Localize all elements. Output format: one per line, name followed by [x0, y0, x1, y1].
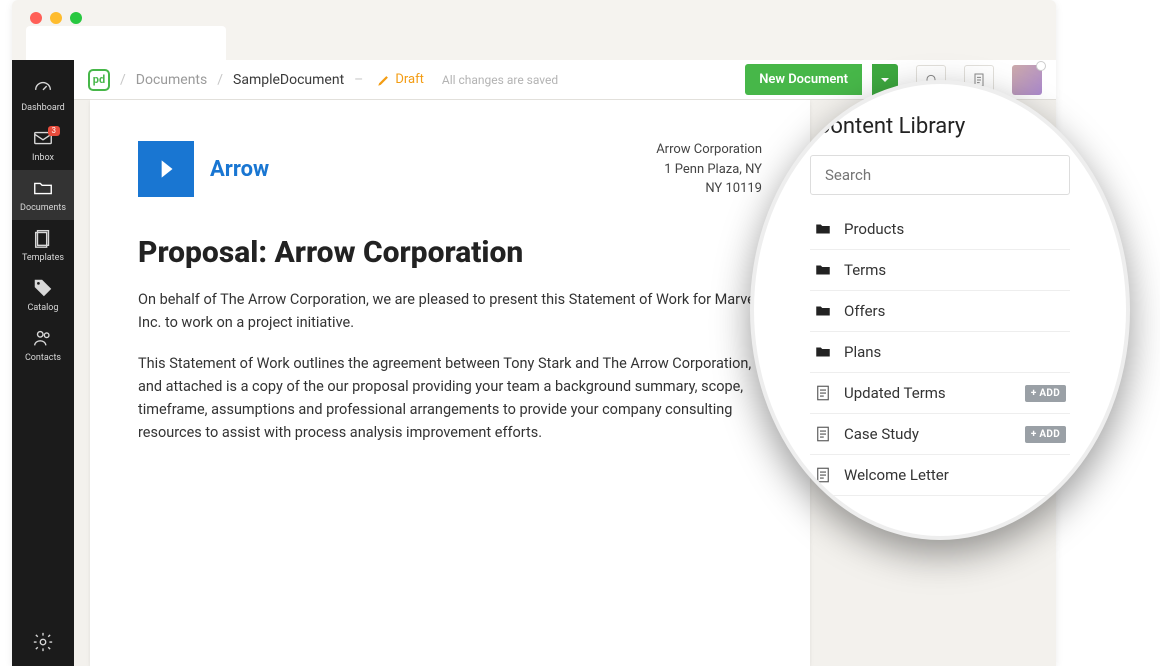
paragraph: This Statement of Work outlines the agre…	[138, 352, 762, 445]
inbox-badge: 3	[48, 126, 61, 136]
addr-line: Arrow Corporation	[656, 140, 762, 160]
content-library-search-input[interactable]	[810, 155, 1070, 195]
sidebar: Dashboard 3 Inbox Documents Templates Ca…	[12, 60, 74, 666]
content-library-title: Content Library	[816, 114, 1070, 139]
sidebar-item-label: Catalog	[28, 303, 59, 313]
window-controls	[30, 12, 82, 24]
arrow-logo-icon	[138, 141, 194, 197]
status-draft: Draft	[377, 72, 424, 87]
app-logo-icon[interactable]: pd	[88, 69, 110, 91]
status-label: Draft	[395, 72, 424, 87]
sidebar-item-dashboard[interactable]: Dashboard	[12, 70, 74, 120]
browser-tab[interactable]	[26, 26, 226, 60]
gear-icon	[32, 631, 54, 653]
avatar-status-dot	[1036, 61, 1046, 71]
library-item-label: Terms	[844, 261, 886, 279]
library-folder-row[interactable]: Plans	[810, 332, 1070, 373]
document-icon	[814, 384, 832, 402]
crumb-dash: –	[354, 72, 363, 88]
brand-name: Arrow	[210, 157, 269, 182]
library-doc-row[interactable]: Updated Terms + ADD	[810, 373, 1070, 414]
library-item-label: Welcome Letter	[844, 466, 949, 484]
library-folder-row[interactable]: Products	[810, 209, 1070, 250]
add-button[interactable]: + ADD	[1025, 385, 1066, 402]
chevron-down-icon	[880, 75, 890, 85]
folder-icon	[814, 220, 832, 238]
crumb-sep: /	[217, 72, 223, 88]
sidebar-item-label: Templates	[22, 253, 64, 263]
folder-icon	[814, 261, 832, 279]
sidebar-item-templates[interactable]: Templates	[12, 220, 74, 270]
library-list: Products Terms Offers Plans Updated Term…	[810, 209, 1070, 496]
folder-icon	[814, 343, 832, 361]
library-folder-row[interactable]: Terms	[810, 250, 1070, 291]
library-item-label: Offers	[844, 302, 885, 320]
library-item-label: Updated Terms	[844, 384, 946, 402]
sidebar-item-catalog[interactable]: Catalog	[12, 270, 74, 320]
library-doc-row[interactable]: Case Study + ADD	[810, 414, 1070, 455]
library-item-label: Products	[844, 220, 904, 238]
sidebar-item-inbox[interactable]: 3 Inbox	[12, 120, 74, 170]
folder-icon	[32, 177, 54, 199]
templates-icon	[32, 227, 54, 249]
crumb-documents[interactable]: Documents	[136, 72, 207, 88]
document-icon	[814, 466, 832, 484]
save-status: All changes are saved	[442, 73, 558, 87]
speedometer-icon	[32, 77, 54, 99]
sidebar-item-documents[interactable]: Documents	[12, 170, 74, 220]
sidebar-item-contacts[interactable]: Contacts	[12, 320, 74, 370]
minimize-window-icon[interactable]	[50, 12, 62, 24]
add-button[interactable]: + ADD	[1025, 426, 1066, 443]
brand-block: Arrow	[138, 141, 269, 197]
sidebar-item-label: Dashboard	[21, 103, 65, 113]
addr-line: 1 Penn Plaza, NY	[656, 160, 762, 180]
addr-line: NY 10119	[656, 179, 762, 199]
library-doc-row[interactable]: Welcome Letter	[810, 455, 1070, 496]
crumb-sep: /	[120, 72, 126, 88]
company-address: Arrow Corporation 1 Penn Plaza, NY NY 10…	[656, 140, 762, 199]
document-page: Arrow Arrow Corporation 1 Penn Plaza, NY…	[90, 100, 810, 666]
library-folder-row[interactable]: Offers	[810, 291, 1070, 332]
maximize-window-icon[interactable]	[70, 12, 82, 24]
paragraph: On behalf of The Arrow Corporation, we a…	[138, 288, 762, 334]
document-icon	[814, 425, 832, 443]
document-title: Proposal: Arrow Corporation	[138, 235, 762, 270]
library-item-label: Case Study	[844, 425, 919, 443]
content-library-lens: Content Library Products Terms Offers Pl…	[750, 80, 1130, 540]
tag-icon	[32, 277, 54, 299]
library-item-label: Plans	[844, 343, 881, 361]
close-window-icon[interactable]	[30, 12, 42, 24]
people-icon	[32, 327, 54, 349]
sidebar-item-label: Contacts	[25, 353, 61, 363]
folder-icon	[814, 302, 832, 320]
sidebar-item-label: Inbox	[32, 153, 54, 163]
crumb-current: SampleDocument	[233, 72, 344, 88]
settings-button[interactable]	[12, 618, 74, 666]
pencil-icon	[377, 73, 391, 87]
sidebar-item-label: Documents	[20, 203, 66, 213]
